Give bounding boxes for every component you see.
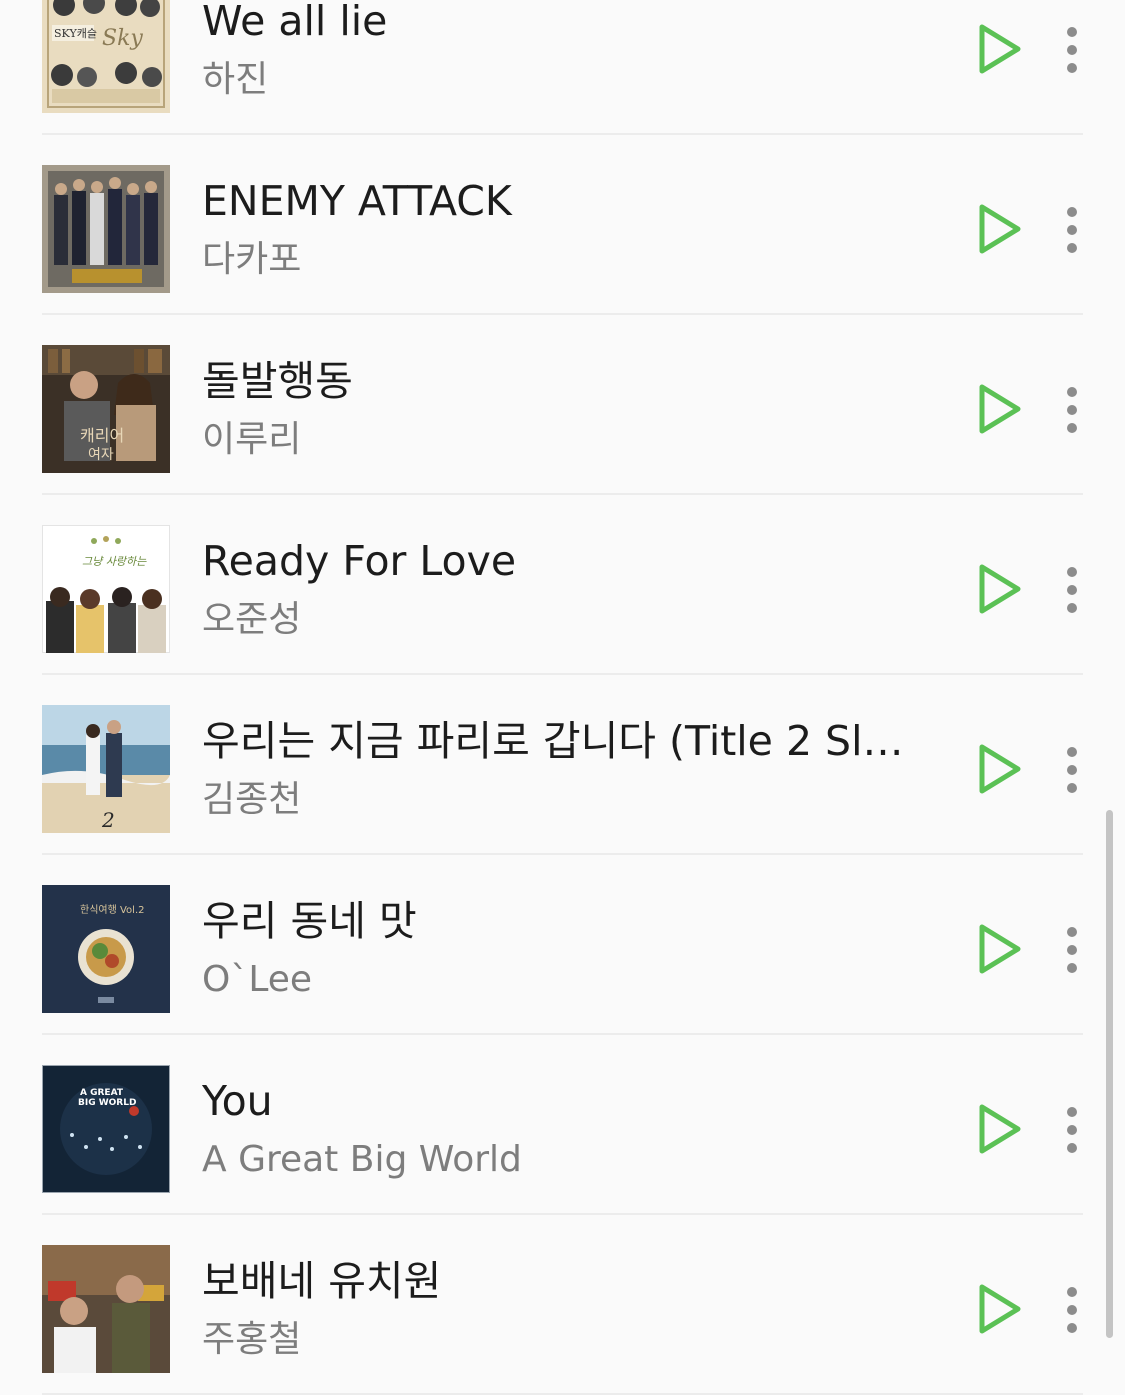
song-title: 우리 동네 맛 <box>202 897 417 945</box>
song-artist: 김종천 <box>202 779 302 820</box>
more-vertical-icon <box>1067 747 1077 757</box>
more-vertical-icon <box>1067 1107 1077 1117</box>
song-artist: 다카포 <box>202 239 302 280</box>
song-row[interactable]: SKY캐슬 Sky We all lie 하진 <box>0 0 1125 135</box>
play-button[interactable] <box>972 741 1026 797</box>
song-row[interactable]: 그냥 사랑하는 Ready For Love 오준성 <box>0 495 1125 675</box>
play-button[interactable] <box>972 561 1026 617</box>
more-options-button[interactable] <box>1052 925 1092 975</box>
song-artist: O`Lee <box>202 959 313 1000</box>
song-row[interactable]: 보배네 유치원 주홍철 <box>0 1215 1125 1395</box>
song-artist: A Great Big World <box>202 1139 522 1180</box>
svg-text:한식여행 Vol.2: 한식여행 Vol.2 <box>80 904 144 916</box>
play-icon <box>979 924 1021 974</box>
album-art: 그냥 사랑하는 <box>42 525 170 653</box>
song-row[interactable]: 2 우리는 지금 파리로 갑니다 (Title 2 Sl… 김종천 <box>0 675 1125 855</box>
song-artist: 이루리 <box>202 419 302 460</box>
svg-text:캐리어: 캐리어 <box>80 426 124 445</box>
more-vertical-icon <box>1067 387 1077 397</box>
play-button[interactable] <box>972 201 1026 257</box>
more-options-button[interactable] <box>1052 1285 1092 1335</box>
album-art: 2 <box>42 705 170 833</box>
song-row[interactable]: 한식여행 Vol.2 우리 동네 맛 O`Lee <box>0 855 1125 1035</box>
song-title: We all lie <box>202 0 388 45</box>
more-options-button[interactable] <box>1052 1105 1092 1155</box>
play-icon <box>979 24 1021 74</box>
album-art <box>42 1245 170 1373</box>
song-title: You <box>202 1077 273 1125</box>
more-vertical-icon <box>1067 207 1077 217</box>
song-row[interactable]: 캐리어 여자 돌발행동 이루리 <box>0 315 1125 495</box>
play-button[interactable] <box>972 921 1026 977</box>
more-vertical-icon <box>1067 1287 1077 1297</box>
song-title: Ready For Love <box>202 537 517 585</box>
album-art: 한식여행 Vol.2 <box>42 885 170 1013</box>
svg-text:여자: 여자 <box>88 447 114 463</box>
song-artist: 오준성 <box>202 599 302 640</box>
play-button[interactable] <box>972 21 1026 77</box>
song-title: 우리는 지금 파리로 갑니다 (Title 2 Sl… <box>202 717 904 765</box>
svg-text:2: 2 <box>101 808 115 832</box>
album-art <box>42 165 170 293</box>
more-options-button[interactable] <box>1052 565 1092 615</box>
song-title: 보배네 유치원 <box>202 1257 442 1305</box>
song-title: ENEMY ATTACK <box>202 177 512 225</box>
play-icon <box>979 564 1021 614</box>
more-options-button[interactable] <box>1052 385 1092 435</box>
play-button[interactable] <box>972 381 1026 437</box>
album-art: SKY캐슬 Sky <box>42 0 170 113</box>
more-options-button[interactable] <box>1052 745 1092 795</box>
svg-text:BIG WORLD: BIG WORLD <box>78 1098 136 1108</box>
song-row[interactable]: A GREAT BIG WORLD You A Great Big World <box>0 1035 1125 1215</box>
more-options-button[interactable] <box>1052 25 1092 75</box>
play-button[interactable] <box>972 1281 1026 1337</box>
play-icon <box>979 384 1021 434</box>
svg-text:A GREAT: A GREAT <box>80 1088 124 1098</box>
song-list: SKY캐슬 Sky We all lie 하진 ENEMY ATTACK 다카포… <box>0 0 1125 1395</box>
play-icon <box>979 1104 1021 1154</box>
play-icon <box>979 1284 1021 1334</box>
album-art: 캐리어 여자 <box>42 345 170 473</box>
play-button[interactable] <box>972 1101 1026 1157</box>
svg-text:그냥 사랑하는: 그냥 사랑하는 <box>82 555 147 568</box>
more-vertical-icon <box>1067 27 1077 37</box>
play-icon <box>979 744 1021 794</box>
play-icon <box>979 204 1021 254</box>
more-options-button[interactable] <box>1052 205 1092 255</box>
more-vertical-icon <box>1067 567 1077 577</box>
song-artist: 하진 <box>202 59 269 100</box>
more-vertical-icon <box>1067 927 1077 937</box>
album-art: A GREAT BIG WORLD <box>42 1065 170 1193</box>
svg-text:Sky: Sky <box>102 26 143 51</box>
song-row[interactable]: ENEMY ATTACK 다카포 <box>0 135 1125 315</box>
scrollbar[interactable] <box>1106 810 1113 1338</box>
svg-text:SKY캐슬: SKY캐슬 <box>54 27 97 40</box>
song-artist: 주홍철 <box>202 1319 302 1360</box>
song-title: 돌발행동 <box>202 357 353 405</box>
